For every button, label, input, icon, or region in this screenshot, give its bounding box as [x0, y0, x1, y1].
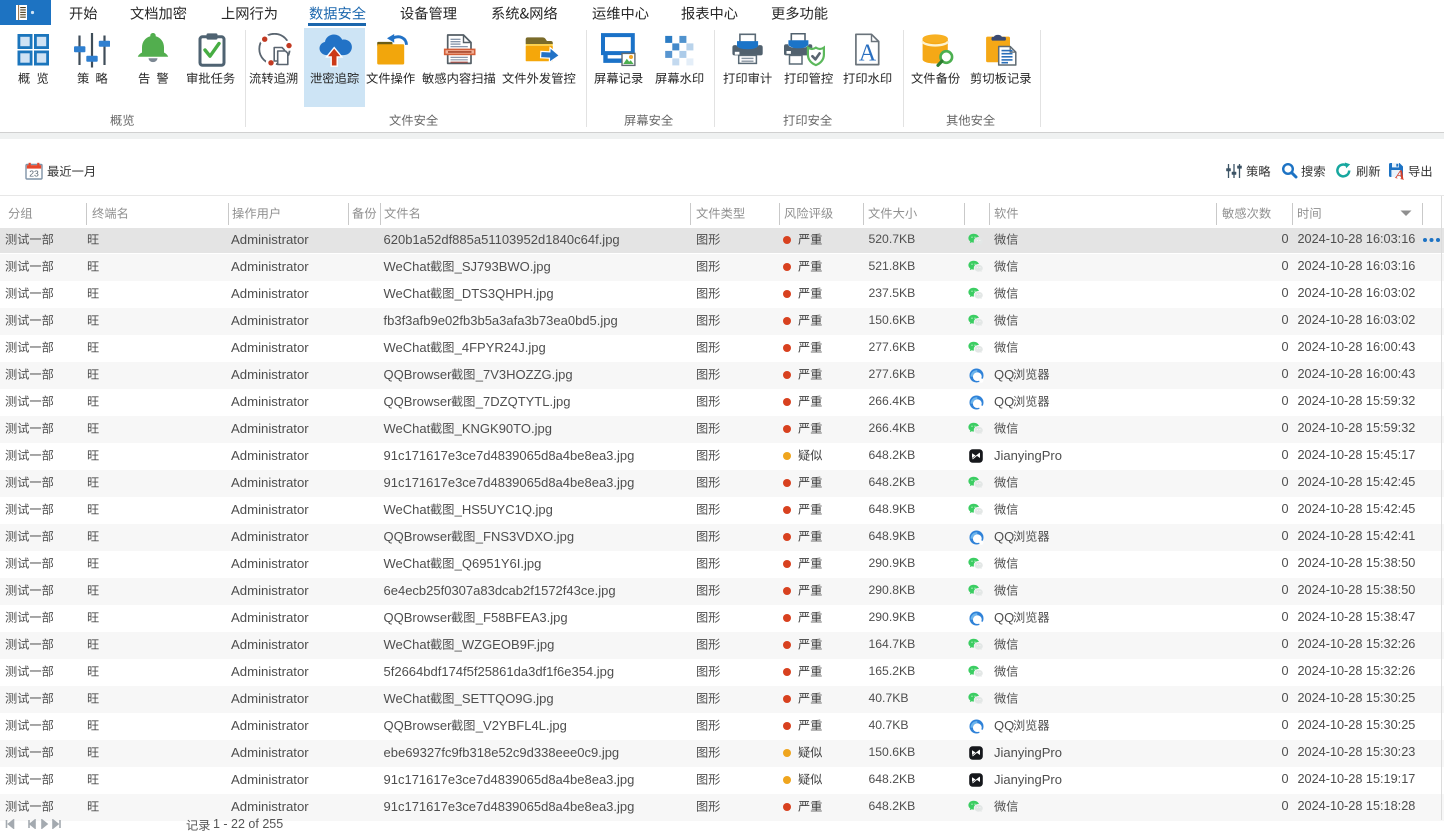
svg-text:A: A [1394, 166, 1406, 180]
svg-text:23: 23 [29, 169, 39, 179]
svg-text:A: A [859, 41, 877, 67]
